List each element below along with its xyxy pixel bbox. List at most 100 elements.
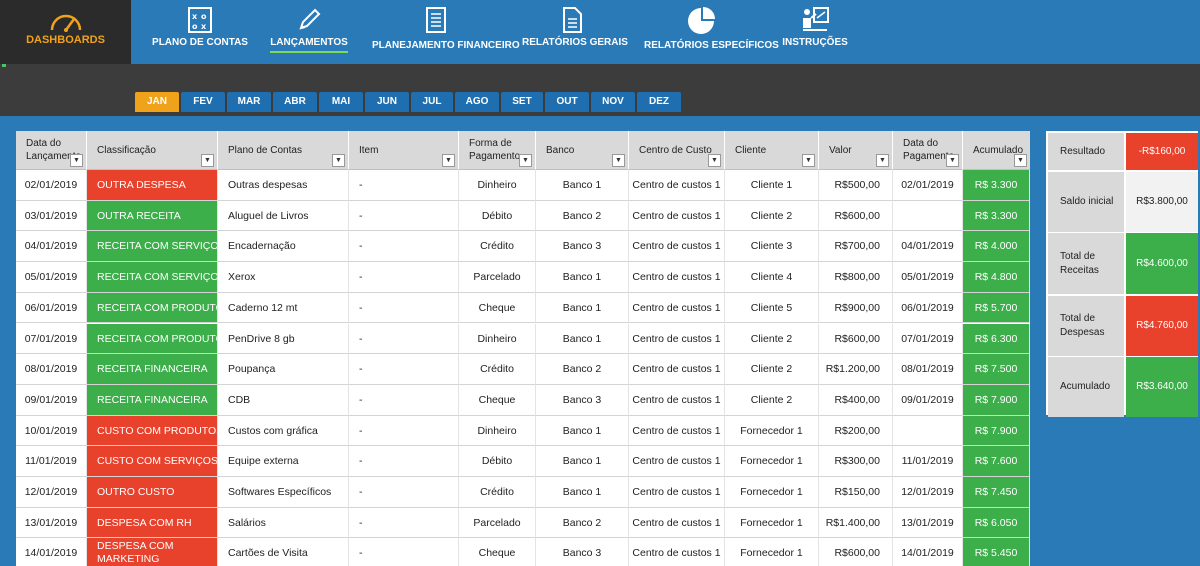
cell-banco[interactable]: Banco 2: [536, 507, 629, 539]
cell-cliente[interactable]: Fornecedor 1: [725, 538, 819, 566]
cell-acumulado[interactable]: R$ 4.000: [963, 231, 1030, 263]
dashboards-button[interactable]: DASHBOARDS: [0, 0, 131, 64]
cell-banco[interactable]: Banco 1: [536, 446, 629, 477]
cell-classificacao[interactable]: RECEITA COM SERVIÇOS: [87, 231, 218, 263]
cell-data[interactable]: 03/01/2019: [16, 200, 87, 232]
cell-forma-pagamento[interactable]: Parcelado: [459, 262, 536, 293]
cell-data-pagamento[interactable]: 14/01/2019: [893, 538, 963, 566]
nav-planejamento-financeiro[interactable]: PLANEJAMENTO FINANCEIRO: [372, 0, 520, 64]
cell-classificacao[interactable]: RECEITA COM SERVIÇOS: [87, 262, 218, 293]
cell-item[interactable]: -: [349, 538, 459, 566]
tab-month-ago[interactable]: AGO: [455, 92, 499, 112]
tab-month-jan[interactable]: JAN: [135, 92, 179, 112]
cell-centro-de-custo[interactable]: Centro de custos 1: [629, 446, 725, 477]
cell-valor[interactable]: R$900,00: [819, 292, 893, 324]
cell-valor[interactable]: R$500,00: [819, 170, 893, 201]
cell-banco[interactable]: Banco 1: [536, 262, 629, 293]
cell-plano-de-contas[interactable]: Salários: [218, 507, 349, 539]
cell-valor[interactable]: R$150,00: [819, 477, 893, 508]
filter-dropdown-icon[interactable]: ▼: [442, 154, 455, 167]
cell-item[interactable]: -: [349, 323, 459, 355]
cell-item[interactable]: -: [349, 200, 459, 232]
cell-data[interactable]: 05/01/2019: [16, 262, 87, 293]
cell-forma-pagamento[interactable]: Cheque: [459, 384, 536, 416]
filter-dropdown-icon[interactable]: ▼: [708, 154, 721, 167]
cell-forma-pagamento[interactable]: Crédito: [459, 231, 536, 263]
cell-plano-de-contas[interactable]: Cartões de Visita: [218, 538, 349, 566]
cell-data-pagamento[interactable]: 11/01/2019: [893, 446, 963, 477]
cell-forma-pagamento[interactable]: Cheque: [459, 538, 536, 566]
nav-plano-de-contas[interactable]: x o o x PLANO DE CONTAS: [150, 0, 250, 64]
cell-cliente[interactable]: Cliente 3: [725, 231, 819, 263]
cell-plano-de-contas[interactable]: CDB: [218, 384, 349, 416]
cell-forma-pagamento[interactable]: Dinheiro: [459, 170, 536, 201]
cell-centro-de-custo[interactable]: Centro de custos 1: [629, 231, 725, 263]
cell-forma-pagamento[interactable]: Débito: [459, 446, 536, 477]
cell-item[interactable]: -: [349, 231, 459, 263]
cell-acumulado[interactable]: R$ 4.800: [963, 262, 1030, 293]
cell-centro-de-custo[interactable]: Centro de custos 1: [629, 292, 725, 324]
cell-forma-pagamento[interactable]: Parcelado: [459, 507, 536, 539]
tab-month-jul[interactable]: JUL: [411, 92, 453, 112]
filter-dropdown-icon[interactable]: ▼: [1014, 154, 1027, 167]
cell-valor[interactable]: R$600,00: [819, 200, 893, 232]
cell-banco[interactable]: Banco 3: [536, 384, 629, 416]
cell-data[interactable]: 07/01/2019: [16, 323, 87, 355]
cell-data-pagamento[interactable]: 08/01/2019: [893, 354, 963, 385]
cell-data-pagamento[interactable]: 05/01/2019: [893, 262, 963, 293]
cell-centro-de-custo[interactable]: Centro de custos 1: [629, 200, 725, 232]
tab-month-mai[interactable]: MAI: [319, 92, 363, 112]
cell-data[interactable]: 12/01/2019: [16, 477, 87, 508]
cell-acumulado[interactable]: R$ 7.450: [963, 477, 1030, 508]
cell-centro-de-custo[interactable]: Centro de custos 1: [629, 538, 725, 566]
cell-data[interactable]: 10/01/2019: [16, 415, 87, 447]
cell-data-pagamento[interactable]: 06/01/2019: [893, 292, 963, 324]
cell-item[interactable]: -: [349, 292, 459, 324]
tab-month-out[interactable]: OUT: [545, 92, 589, 112]
cell-item[interactable]: -: [349, 415, 459, 447]
tab-month-jun[interactable]: JUN: [365, 92, 409, 112]
cell-data-pagamento[interactable]: 07/01/2019: [893, 323, 963, 355]
cell-classificacao[interactable]: CUSTO COM PRODUTOS: [87, 415, 218, 447]
cell-acumulado[interactable]: R$ 7.600: [963, 446, 1030, 477]
cell-acumulado[interactable]: R$ 3.300: [963, 170, 1030, 201]
cell-forma-pagamento[interactable]: Cheque: [459, 292, 536, 324]
cell-banco[interactable]: Banco 2: [536, 354, 629, 385]
cell-plano-de-contas[interactable]: Equipe externa: [218, 446, 349, 477]
cell-data-pagamento[interactable]: [893, 415, 963, 447]
cell-forma-pagamento[interactable]: Dinheiro: [459, 323, 536, 355]
cell-plano-de-contas[interactable]: Xerox: [218, 262, 349, 293]
nav-instrucoes[interactable]: INSTRUÇÕES: [780, 0, 850, 64]
tab-month-abr[interactable]: ABR: [273, 92, 317, 112]
cell-cliente[interactable]: Fornecedor 1: [725, 477, 819, 508]
filter-dropdown-icon[interactable]: ▼: [70, 154, 83, 167]
cell-cliente[interactable]: Cliente 5: [725, 292, 819, 324]
nav-relatorios-gerais[interactable]: RELATÓRIOS GERAIS: [522, 0, 628, 64]
filter-dropdown-icon[interactable]: ▼: [332, 154, 345, 167]
cell-banco[interactable]: Banco 3: [536, 231, 629, 263]
cell-classificacao[interactable]: OUTRA DESPESA: [87, 170, 218, 201]
tab-month-fev[interactable]: FEV: [181, 92, 225, 112]
cell-classificacao[interactable]: DESPESA COM MARKETING: [87, 538, 218, 566]
nav-lancamentos[interactable]: LANÇAMENTOS: [270, 0, 348, 64]
tab-month-dez[interactable]: DEZ: [637, 92, 681, 112]
cell-classificacao[interactable]: OUTRO CUSTO: [87, 477, 218, 508]
cell-item[interactable]: -: [349, 262, 459, 293]
cell-data-pagamento[interactable]: 13/01/2019: [893, 507, 963, 539]
cell-acumulado[interactable]: R$ 5.700: [963, 292, 1030, 324]
cell-forma-pagamento[interactable]: Débito: [459, 200, 536, 232]
cell-plano-de-contas[interactable]: Softwares Específicos: [218, 477, 349, 508]
cell-centro-de-custo[interactable]: Centro de custos 1: [629, 170, 725, 201]
cell-classificacao[interactable]: RECEITA COM PRODUTOS: [87, 292, 218, 324]
cell-banco[interactable]: Banco 1: [536, 477, 629, 508]
cell-centro-de-custo[interactable]: Centro de custos 1: [629, 477, 725, 508]
cell-data[interactable]: 08/01/2019: [16, 354, 87, 385]
cell-classificacao[interactable]: DESPESA COM RH: [87, 507, 218, 539]
cell-acumulado[interactable]: R$ 7.500: [963, 354, 1030, 385]
cell-forma-pagamento[interactable]: Dinheiro: [459, 415, 536, 447]
tab-month-nov[interactable]: NOV: [591, 92, 635, 112]
cell-data[interactable]: 09/01/2019: [16, 384, 87, 416]
cell-centro-de-custo[interactable]: Centro de custos 1: [629, 323, 725, 355]
tab-month-mar[interactable]: MAR: [227, 92, 271, 112]
cell-data-pagamento[interactable]: 02/01/2019: [893, 170, 963, 201]
